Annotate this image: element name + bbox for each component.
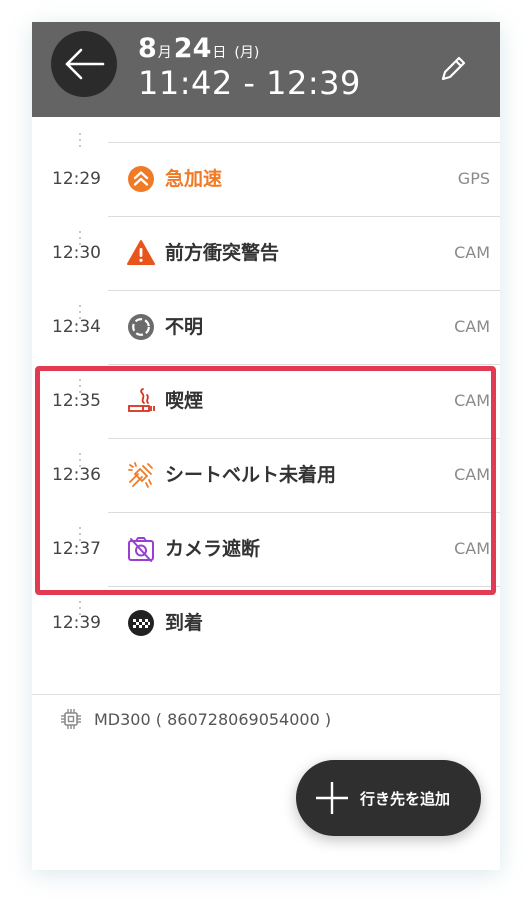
plus-icon	[316, 782, 348, 814]
arrival-flag-icon	[128, 610, 154, 636]
rapid-acceleration-icon	[128, 166, 154, 192]
add-destination-button[interactable]: 行き先を追加	[296, 760, 481, 836]
event-source: GPS	[457, 169, 490, 188]
event-row[interactable]: 12:30 前方衝突警告 CAM	[32, 216, 500, 290]
back-button[interactable]	[51, 31, 117, 97]
trip-date: 8 月 24 日 (月)	[138, 34, 259, 66]
trip-header: 8 月 24 日 (月) 11:42 - 12:39	[32, 22, 500, 117]
warning-icon	[127, 240, 155, 265]
unknown-icon	[128, 314, 154, 340]
event-label: シートベルト未着用	[165, 464, 337, 486]
date-month: 8	[138, 33, 157, 64]
camera-blocked-icon	[128, 537, 154, 562]
pencil-icon	[441, 56, 466, 81]
event-source: CAM	[454, 243, 490, 262]
event-label: カメラ遮断	[165, 538, 261, 560]
date-day: 24	[173, 33, 212, 64]
event-source: CAM	[454, 539, 490, 558]
event-row[interactable]: 12:34 不明 CAM	[32, 290, 500, 364]
trip-time-range: 11:42 - 12:39	[138, 64, 361, 102]
smoking-icon	[128, 388, 155, 412]
event-source: CAM	[454, 317, 490, 336]
event-source: CAM	[454, 465, 490, 484]
event-label: 喫煙	[165, 390, 204, 412]
event-time: 12:36	[52, 465, 101, 485]
chip-icon	[61, 709, 81, 729]
event-time: 12:34	[52, 317, 101, 337]
event-row[interactable]: 12:35 喫煙 CAM	[32, 364, 500, 438]
edit-button[interactable]	[436, 52, 470, 86]
event-label: 急加速	[165, 168, 223, 190]
event-row[interactable]: 12:39 到着	[32, 586, 500, 660]
arrow-left-icon	[65, 48, 105, 80]
device-info: MD300 ( 860728069054000 )	[60, 706, 331, 732]
event-time: 12:39	[52, 613, 101, 633]
event-label: 到着	[165, 612, 204, 634]
event-label: 不明	[165, 316, 204, 338]
event-row[interactable]: 12:29 急加速 GPS	[32, 142, 500, 216]
add-destination-label: 行き先を追加	[360, 789, 451, 808]
event-time: 12:30	[52, 243, 101, 263]
event-row[interactable]: 12:37 カメラ遮断 CAM	[32, 512, 500, 586]
device-divider	[32, 694, 500, 695]
event-time: 12:29	[52, 169, 101, 189]
event-time: 12:37	[52, 539, 101, 559]
phone-screen: 8 月 24 日 (月) 11:42 - 12:39 12:29 急加速 GPS…	[32, 22, 500, 870]
event-label: 前方衝突警告	[165, 242, 280, 264]
seatbelt-icon	[128, 462, 153, 488]
event-row[interactable]: 12:36 シートベルト未着用 CAM	[32, 438, 500, 512]
event-time: 12:35	[52, 391, 101, 411]
device-label: MD300 ( 860728069054000 )	[94, 709, 332, 729]
event-source: CAM	[454, 391, 490, 410]
